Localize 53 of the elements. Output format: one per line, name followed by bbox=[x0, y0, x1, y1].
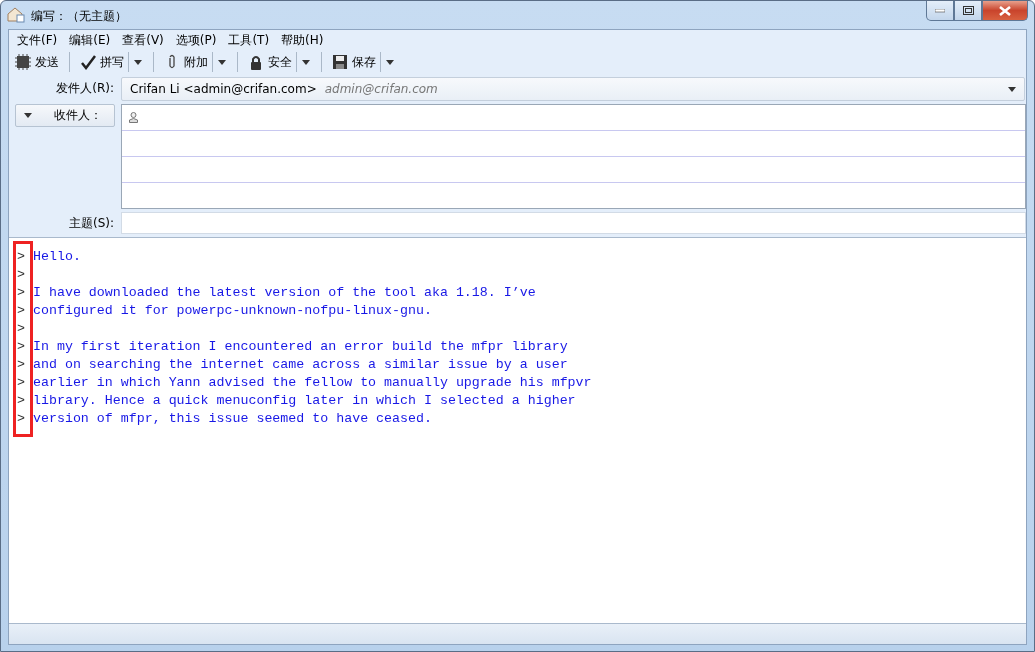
message-editor[interactable] bbox=[9, 238, 1026, 623]
toolbar-button[interactable]: 安全 bbox=[244, 51, 296, 73]
quote-marker: > bbox=[17, 320, 25, 338]
toolbar-button[interactable]: 发送 bbox=[11, 51, 63, 73]
caret-icon bbox=[24, 113, 32, 118]
envelope-icon bbox=[7, 7, 25, 23]
menu-item[interactable]: 帮助(H) bbox=[275, 31, 330, 49]
quoted-line: library. Hence a quick menuconfig later in which I selected a higher bbox=[33, 392, 577, 410]
subject-label: 主题(S): bbox=[67, 215, 115, 232]
menu-item[interactable]: 选项(P) bbox=[169, 31, 223, 49]
quote-marker: > bbox=[17, 248, 25, 266]
quoted-line: and on searching the internet came across a similar issue by a user bbox=[33, 356, 569, 374]
caret-icon bbox=[386, 59, 394, 65]
chip-icon bbox=[15, 54, 31, 70]
minimize-button[interactable] bbox=[926, 1, 954, 21]
menu-item[interactable]: 编辑(E) bbox=[63, 31, 117, 49]
maximize-button[interactable] bbox=[954, 1, 982, 21]
quote-marker: > bbox=[17, 338, 25, 356]
menu-item[interactable]: 工具(T) bbox=[222, 31, 276, 49]
caret-icon bbox=[134, 59, 142, 65]
menu-item[interactable]: 查看(V) bbox=[116, 31, 170, 49]
caret-icon bbox=[302, 59, 310, 65]
quote-marker: > bbox=[17, 356, 25, 374]
toolbar-button[interactable]: 附加 bbox=[160, 51, 212, 73]
caret-icon bbox=[1008, 86, 1016, 92]
menu-item[interactable]: 文件(F) bbox=[11, 31, 64, 49]
padlock-icon bbox=[248, 54, 264, 70]
maximize-icon bbox=[962, 6, 974, 15]
quoted-line: earlier in which Yann advised the fellow to manually upgrade his mfpvr bbox=[33, 374, 592, 392]
quote-marker: > bbox=[17, 410, 25, 428]
quote-marker: > bbox=[17, 374, 25, 392]
from-dropdown[interactable]: Crifan Li <admin@crifan.com> admin@crifan.com bbox=[121, 77, 1025, 101]
toolbar-button[interactable]: 保存 bbox=[328, 51, 380, 73]
minimize-icon bbox=[935, 8, 945, 13]
window-title: 编写：（无主题） bbox=[31, 8, 127, 25]
quote-marker: > bbox=[17, 266, 25, 284]
close-icon bbox=[999, 5, 1011, 16]
subject-field[interactable] bbox=[121, 212, 1026, 234]
quoted-line: In my first iteration I encountered an error build the mfpr library bbox=[33, 338, 569, 356]
from-label: 发件人(R): bbox=[55, 80, 115, 97]
caret-icon bbox=[218, 59, 226, 65]
person-icon bbox=[129, 112, 138, 123]
quoted-line: version of mfpr, this issue seemed to have ceased. bbox=[33, 410, 433, 428]
close-button[interactable] bbox=[982, 1, 1028, 21]
recipient-type-button[interactable]: 收件人： bbox=[15, 104, 115, 127]
quoted-line: configured it for powerpc-unknown-nofpu-linux-gnu. bbox=[33, 302, 433, 320]
quote-marker: > bbox=[17, 392, 25, 410]
quote-marker: > bbox=[17, 302, 25, 320]
checkmark-icon bbox=[80, 54, 96, 70]
quoted-line: Hello. bbox=[33, 248, 82, 266]
quote-marker: > bbox=[17, 284, 25, 302]
quoted-line: I have downloaded the latest version of the tool aka 1.18. I’ve bbox=[33, 284, 537, 302]
toolbar-button[interactable]: 拼写 bbox=[76, 51, 128, 73]
